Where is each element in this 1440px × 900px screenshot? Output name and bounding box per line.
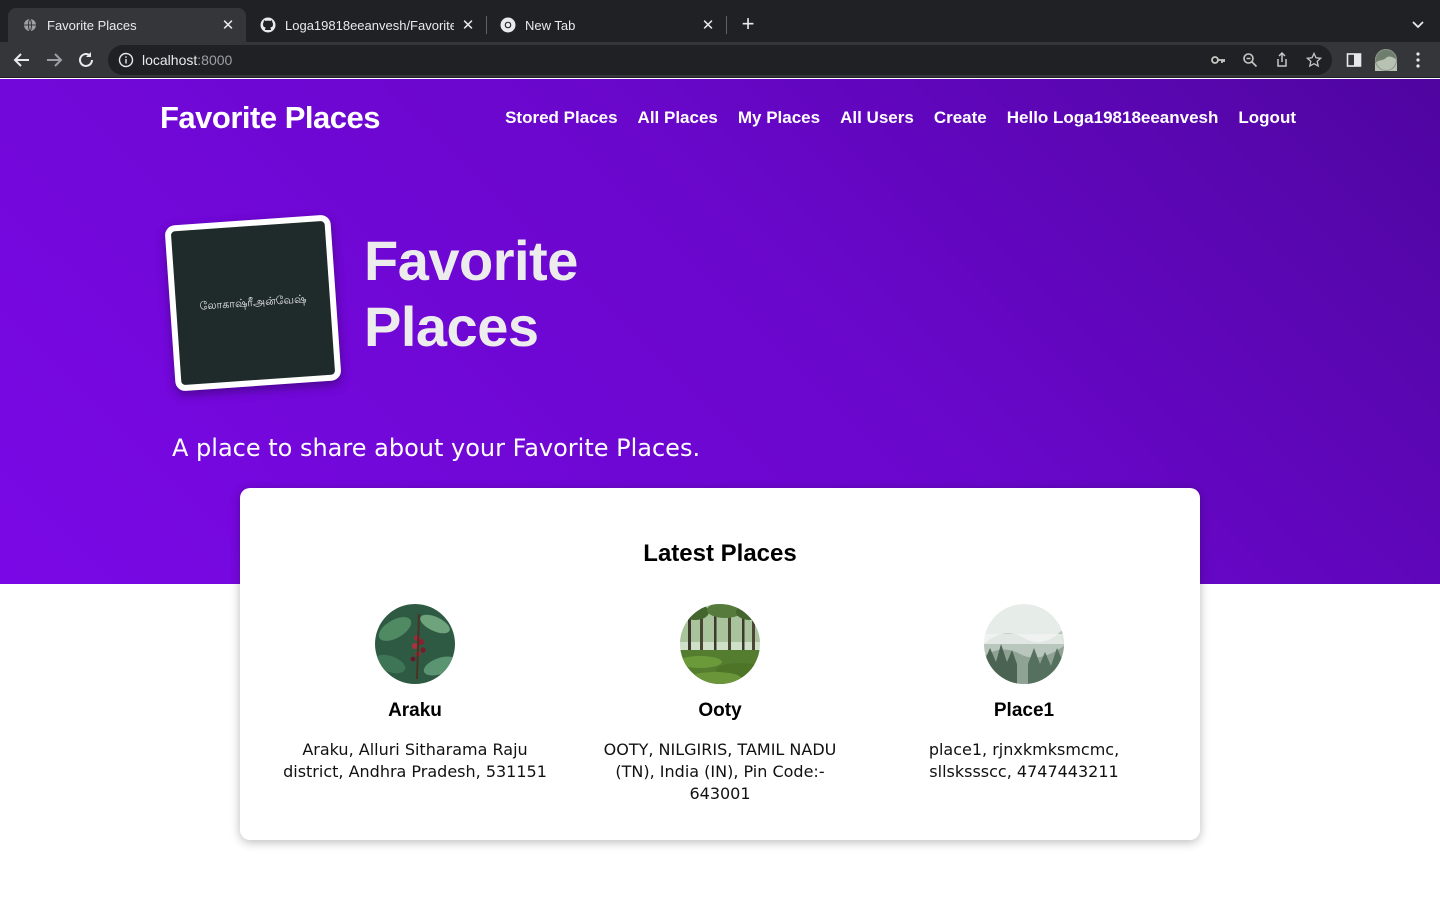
browser-toolbar: localhost:8000 [0,42,1440,78]
main-nav: Stored Places All Places My Places All U… [485,108,1296,128]
browser-tab-github[interactable]: Loga19818eeanvesh/Favorite_P ✕ [246,8,486,42]
nav-create[interactable]: Create [934,108,987,128]
browser-tab-new-tab[interactable]: New Tab ✕ [486,8,726,42]
latest-places-card: Latest Places Araku Araku, Alluri Sithar… [240,488,1200,840]
bookmark-star-icon[interactable] [1303,49,1325,71]
browser-menu-kebab-icon[interactable] [1406,48,1430,72]
nav-all-places[interactable]: All Places [638,108,718,128]
place-item-place1[interactable]: Place1 place1, rjnxkmksmcmc, sllsksssсс,… [872,604,1176,783]
close-tab-icon[interactable]: ✕ [460,17,476,34]
new-tab-plus-icon[interactable]: + [736,11,760,36]
place-item-ooty[interactable]: Ooty OOTY, NILGIRIS, TAMIL NADU (TN), In… [568,604,872,805]
place-thumbnail-place1[interactable] [984,604,1064,684]
place-name[interactable]: Ooty [568,700,872,722]
place-name[interactable]: Place1 [872,700,1176,722]
hero-tagline: A place to share about your Favorite Pla… [172,434,701,462]
nav-my-places[interactable]: My Places [738,108,820,128]
latest-places-title: Latest Places [643,540,797,567]
profile-avatar[interactable] [1374,48,1398,72]
hero-title: Favorite Places [364,229,578,358]
side-panel-icon[interactable] [1342,48,1366,72]
nav-logout[interactable]: Logout [1238,108,1296,128]
place-item-araku[interactable]: Araku Araku, Alluri Sitharama Raju distr… [263,604,567,783]
place-thumbnail-ooty[interactable] [680,604,760,684]
place-name[interactable]: Araku [263,700,567,722]
hero-logo-text: லோகாஷ்ரீஅன்வேஷ் [199,291,307,313]
tab-title: Favorite Places [47,17,137,33]
tab-title: New Tab [525,17,576,33]
address-bar[interactable]: localhost:8000 [108,45,1332,75]
tab-separator [726,16,727,34]
hero-logo-image: லோகாஷ்ரீஅன்வேஷ் [164,214,342,392]
nav-user-greeting[interactable]: Hello Loga19818eeanvesh [1007,108,1219,128]
key-icon[interactable] [1207,49,1229,71]
nav-all-users[interactable]: All Users [840,108,914,128]
place-address: OOTY, NILGIRIS, TAMIL NADU (TN), India (… [603,740,837,803]
zoom-icon[interactable] [1239,49,1261,71]
brand-logo-text[interactable]: Favorite Places [160,100,380,136]
chrome-icon [500,17,516,33]
browser-tab-strip: Favorite Places ✕ Loga19818eeanvesh/Favo… [0,0,1440,42]
url-host: localhost [142,52,198,68]
github-icon [260,17,276,33]
place-address: place1, rjnxkmksmcmc, sllsksssсс, 474744… [928,740,1120,781]
place-address: Araku, Alluri Sitharama Raju district, A… [283,740,547,781]
close-tab-icon[interactable]: ✕ [220,17,236,34]
browser-tab-favorite-places[interactable]: Favorite Places ✕ [8,8,246,42]
tab-search-chevron-icon[interactable] [1406,12,1430,36]
share-icon[interactable] [1271,49,1293,71]
site-info-icon[interactable] [118,52,134,68]
url-text[interactable]: localhost:8000 [142,52,232,68]
tab-title: Loga19818eeanvesh/Favorite_P [285,17,454,33]
place-thumbnail-araku[interactable] [375,604,455,684]
reload-icon[interactable] [74,48,98,72]
globe-icon [22,17,38,33]
close-tab-icon[interactable]: ✕ [700,17,716,34]
url-port: :8000 [197,52,233,68]
nav-stored-places[interactable]: Stored Places [505,108,617,128]
back-arrow-icon[interactable] [10,48,34,72]
forward-arrow-icon[interactable] [42,48,66,72]
